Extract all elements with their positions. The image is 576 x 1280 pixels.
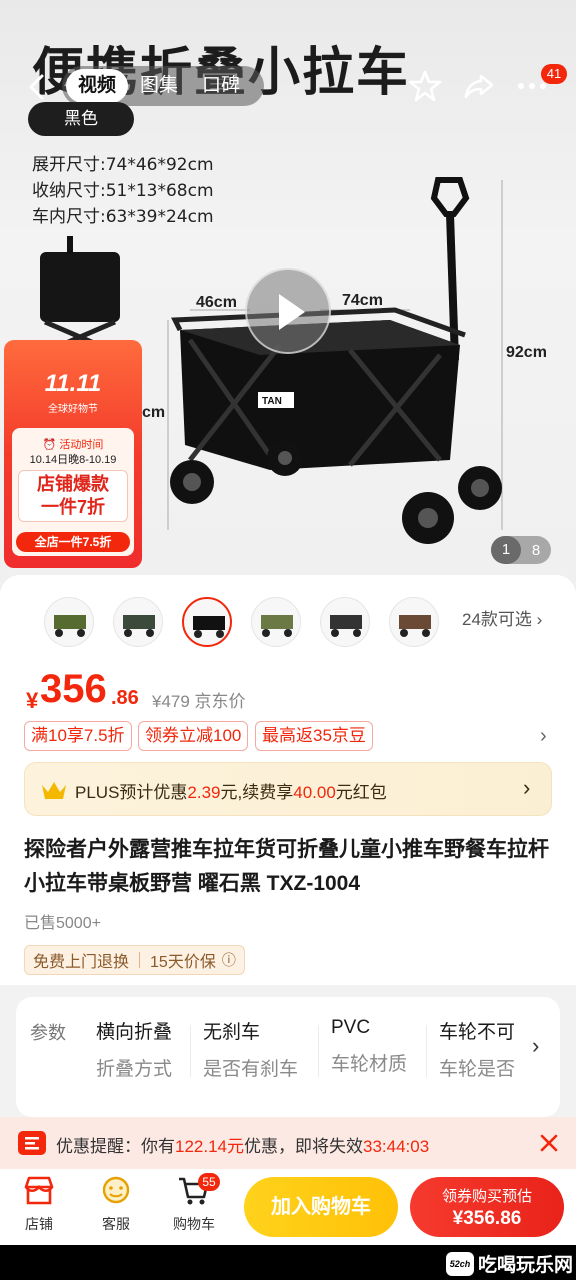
dim-height: 92cm [506, 344, 547, 361]
product-info-card: 24款可选 › ¥ 356 .86 ¥479 京东价 满10享7.5折 领券立减… [0, 575, 576, 985]
params-chevron-icon: › [532, 1033, 540, 1058]
store-button[interactable]: 店铺 [7, 1175, 71, 1234]
price-decimal: .86 [111, 687, 139, 709]
watermark-text: 吃喝玩乐网 [478, 1255, 574, 1276]
param-item: 横向折叠 折叠方式 [96, 1022, 173, 1080]
promo-footer: 全店一件7.5折 [16, 532, 130, 552]
dim-width: 46cm [196, 294, 237, 311]
customer-service-icon [102, 1176, 130, 1204]
close-icon[interactable] [540, 1134, 558, 1152]
dim-length: 74cm [342, 292, 383, 309]
plus-banner[interactable]: PLUS预计优惠2.39元,续费享40.00元红包 › [24, 762, 552, 816]
variant-thumbnails [44, 597, 439, 647]
page-indicator: 1 8 [491, 536, 551, 564]
crown-icon [42, 782, 66, 799]
coupon-icon [18, 1131, 46, 1155]
promo-subtitle: 全球好物节 [48, 404, 98, 415]
variant-thumb[interactable] [113, 597, 163, 647]
promo-card[interactable]: 11.11 全球好物节 ⏰ 活动时间 10.14日晚8-10.19 店铺爆款 一… [4, 340, 142, 568]
chevron-right-icon: › [536, 610, 543, 629]
media-tabs: 视频 图集 口碑 [62, 66, 264, 106]
param-item: 车轮不可 车轮是否 [439, 1022, 515, 1080]
promo-date: 10.14日晚8-10.19 [29, 454, 117, 466]
message-badge: 41 [541, 64, 567, 84]
promo-logo: 11.11 [44, 370, 102, 397]
back-icon[interactable] [22, 70, 52, 104]
plus-chevron-icon: › [523, 775, 531, 800]
wagon-image: TAN [167, 177, 503, 544]
params-panel[interactable]: 参数 横向折叠 折叠方式 无刹车 是否有刹车 PVC 车轮材质 车轮不可 车轮是… [16, 997, 560, 1117]
variant-thumb[interactable] [389, 597, 439, 647]
params-header: 参数 [30, 1023, 66, 1043]
page-total: 8 [531, 541, 541, 559]
promo-chevron-icon[interactable]: › [540, 725, 547, 748]
service-return: 免费上门退换 [33, 954, 130, 971]
service-price-protect: 15天价保 [150, 954, 216, 971]
plus-text: PLUS预计优惠2.39元,续费享40.00元红包 [75, 783, 387, 802]
param-item: 无刹车 是否有刹车 [203, 1022, 299, 1080]
buy-now-button[interactable]: 领券购买预估 ¥356.86 [410, 1177, 564, 1237]
tab-reviews[interactable]: 口碑 [190, 69, 252, 103]
price-currency: ¥ [26, 688, 39, 713]
tab-gallery[interactable]: 图集 [128, 69, 190, 103]
star-icon[interactable] [407, 68, 443, 104]
discount-reminder[interactable]: 优惠提醒：你有122.14元优惠，即将失效33:44:03 [0, 1117, 576, 1169]
store-icon [24, 1176, 54, 1205]
sold-count: 已售5000+ [24, 915, 101, 932]
share-icon[interactable] [461, 68, 497, 104]
promo-headline: 店铺爆款 一件7折 [18, 470, 128, 522]
variant-thumb-selected[interactable] [182, 597, 232, 647]
variants-count[interactable]: 24款可选 › [462, 605, 542, 630]
price-integer: 356 [40, 667, 107, 711]
cart-count-badge: 55 [198, 1173, 220, 1191]
original-price: ¥479 京东价 [152, 692, 246, 711]
product-gallery[interactable]: 便携折叠小拉车 视频 图集 口碑 41 黑色 展开尺寸:74*46*92cm 收… [0, 0, 576, 592]
param-item: PVC 车轮材质 [331, 1017, 408, 1075]
variant-thumb[interactable] [320, 597, 370, 647]
service-guarantees[interactable]: 免费上门退换 15天价保 ⓘ [24, 945, 245, 975]
customer-service-button[interactable]: 客服 [84, 1175, 148, 1234]
info-icon: ⓘ [221, 952, 236, 968]
page-current: 1 [491, 536, 521, 564]
variant-thumb[interactable] [251, 597, 301, 647]
bottom-action-bar: 店铺 客服 购物车 55 加入购物车 领券购买预估 ¥356.86 [0, 1169, 576, 1245]
reminder-text: 优惠提醒：你有122.14元优惠，即将失效33:44:03 [56, 1137, 430, 1156]
play-button[interactable] [245, 268, 331, 354]
add-to-cart-button[interactable]: 加入购物车 [244, 1177, 398, 1237]
cart-button[interactable]: 购物车 55 [162, 1173, 226, 1234]
product-title: 探险者户外露营推车拉年货可折叠儿童小推车野餐车拉杆小拉车带桌板野营 曜石黑 TX… [24, 838, 549, 895]
svg-text:TAN: TAN [262, 396, 282, 407]
watermark: 52ch 吃喝玩乐网 [446, 1250, 573, 1277]
watermark-logo: 52ch [446, 1251, 474, 1276]
tab-video[interactable]: 视频 [66, 69, 129, 103]
promo-inner: ⏰ 活动时间 10.14日晚8-10.19 店铺爆款 一件7折 全店一件7.5折 [12, 428, 134, 556]
promo-time-label: ⏰ 活动时间 [42, 439, 104, 451]
play-icon [279, 294, 305, 330]
promo-tag-discount[interactable]: 满10享7.5折 [24, 721, 132, 751]
color-pill: 黑色 [28, 102, 134, 136]
variant-thumb[interactable] [44, 597, 94, 647]
promo-tag-coupon[interactable]: 领券立减100 [138, 721, 249, 751]
dim-side: cm [142, 404, 166, 421]
promo-tag-beans[interactable]: 最高返35京豆 [255, 721, 373, 751]
